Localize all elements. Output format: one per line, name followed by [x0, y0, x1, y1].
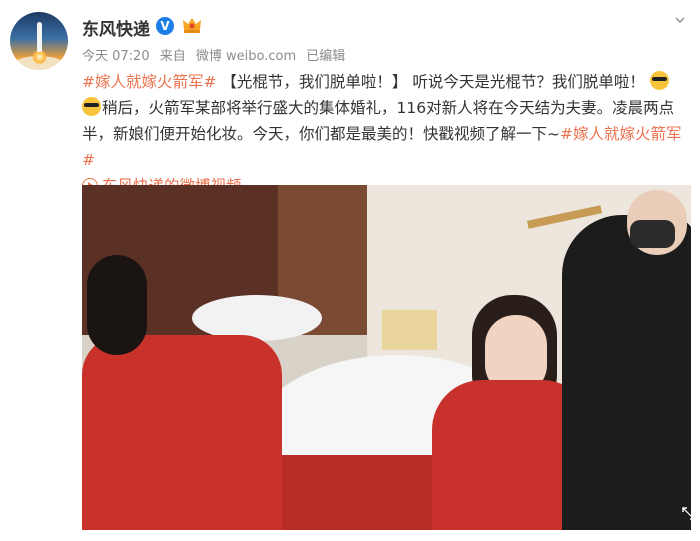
video-scene-bride-left [82, 335, 282, 530]
video-player[interactable] [82, 185, 691, 530]
rocket-icon [37, 22, 42, 52]
avatar[interactable] [10, 12, 68, 70]
video-scene-stylist [562, 215, 691, 530]
video-scene-mask [630, 220, 675, 248]
post-timestamp[interactable]: 今天 07:20 [82, 49, 150, 64]
post-source-prefix: 来自 [159, 49, 186, 64]
post-source[interactable]: 微博 weibo.com [196, 49, 296, 64]
vip-crown-icon[interactable] [181, 15, 203, 35]
sunglasses-emoji-icon [82, 97, 101, 116]
chevron-down-icon[interactable] [674, 14, 686, 26]
post-headline: 【光棍节，我们脱单啦！】 [221, 73, 408, 91]
post-edited: 已编辑 [306, 49, 346, 64]
post-meta: 今天 07:20 来自 微博 weibo.com 已编辑 [82, 45, 351, 64]
video-scene-box [382, 310, 437, 350]
topic-link[interactable]: #嫁人就嫁火箭军# [82, 73, 216, 91]
video-scene-bride-left-hair [87, 255, 147, 355]
post-content: #嫁人就嫁火箭军# 【光棍节，我们脱单啦！】 听说今天是光棍节？我们脱单啦！ 稍… [82, 69, 682, 199]
avatar-flame [32, 50, 47, 64]
expand-icon[interactable] [682, 507, 695, 520]
post-text-1: 听说今天是光棍节？我们脱单啦！ [412, 73, 645, 91]
username[interactable]: 东风快递 [82, 15, 150, 40]
verified-badge-icon: V [156, 17, 174, 35]
sunglasses-emoji-icon [649, 71, 669, 90]
